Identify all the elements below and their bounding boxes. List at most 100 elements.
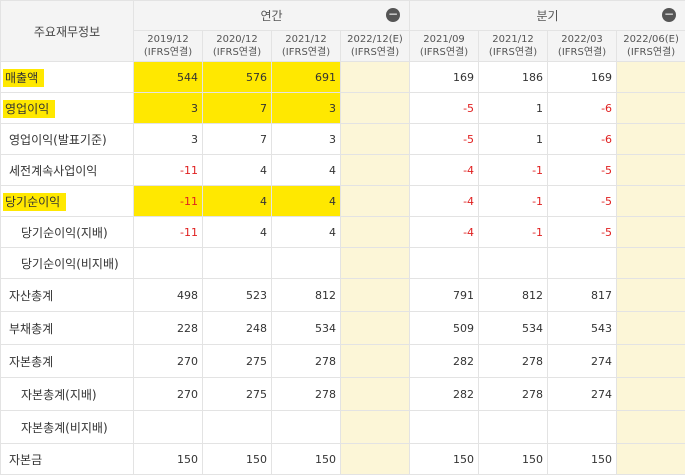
value-cell: -11 <box>134 186 203 217</box>
value-cell: 4 <box>272 186 341 217</box>
value-cell <box>617 93 685 124</box>
value-cell: 4 <box>272 155 341 186</box>
row-label-text: 세전계속사업이익 <box>9 164 97 178</box>
row-label-text: 영업이익(발표기준) <box>9 133 107 147</box>
row-label: 자본금 <box>1 444 134 475</box>
value-cell: 270 <box>134 345 203 378</box>
value-cell: 509 <box>410 312 479 345</box>
value-cell: 282 <box>410 378 479 411</box>
value-cell <box>479 411 548 444</box>
value-cell <box>341 411 410 444</box>
value-cell: -5 <box>548 155 617 186</box>
row-label-text: 자본금 <box>9 453 42 467</box>
value-cell <box>341 345 410 378</box>
value-cell: 534 <box>479 312 548 345</box>
value-cell: 270 <box>134 378 203 411</box>
row-label: 매출액 <box>1 62 134 93</box>
table-row: 영업이익373-51-6 <box>1 93 685 124</box>
value-cell: -4 <box>410 217 479 248</box>
value-cell: 150 <box>479 444 548 475</box>
value-cell <box>272 248 341 279</box>
value-cell <box>272 411 341 444</box>
header-quarter-label: 분기 <box>537 9 559 23</box>
row-label: 당기순이익(비지배) <box>1 248 134 279</box>
value-cell: 169 <box>548 62 617 93</box>
value-cell <box>617 248 685 279</box>
value-cell: 150 <box>272 444 341 475</box>
table-body: 매출액544576691169186169영업이익373-51-6영업이익(발표… <box>1 62 685 475</box>
value-cell <box>617 444 685 475</box>
value-cell: -4 <box>410 155 479 186</box>
row-label: 영업이익 <box>1 93 134 124</box>
row-label: 부채총계 <box>1 312 134 345</box>
collapse-quarter-icon[interactable]: − <box>662 8 676 22</box>
value-cell <box>341 279 410 312</box>
value-cell <box>617 186 685 217</box>
table-row: 당기순이익-1144-4-1-5 <box>1 186 685 217</box>
value-cell: 275 <box>203 345 272 378</box>
value-cell: 523 <box>203 279 272 312</box>
value-cell <box>617 279 685 312</box>
financial-summary-table: 주요재무정보 연간 − 분기 − 2019/12(IFRS연결) 2020/12… <box>0 0 685 475</box>
value-cell: 7 <box>203 124 272 155</box>
value-cell: 282 <box>410 345 479 378</box>
value-cell: 169 <box>410 62 479 93</box>
value-cell <box>203 411 272 444</box>
value-cell: 498 <box>134 279 203 312</box>
table-row: 부채총계228248534509534543 <box>1 312 685 345</box>
value-cell: 691 <box>272 62 341 93</box>
period-header: 2019/12(IFRS연결) <box>134 31 203 62</box>
row-label-text: 당기순이익 <box>3 193 66 211</box>
value-cell <box>410 411 479 444</box>
value-cell <box>341 62 410 93</box>
value-cell: -4 <box>410 186 479 217</box>
table-row: 매출액544576691169186169 <box>1 62 685 93</box>
value-cell: -5 <box>548 217 617 248</box>
value-cell: 150 <box>548 444 617 475</box>
value-cell: -5 <box>548 186 617 217</box>
value-cell: 278 <box>479 345 548 378</box>
table-row: 자본총계(지배)270275278282278274 <box>1 378 685 411</box>
period-header: 2022/03(IFRS연결) <box>548 31 617 62</box>
value-cell: -11 <box>134 217 203 248</box>
value-cell <box>341 124 410 155</box>
value-cell: 791 <box>410 279 479 312</box>
value-cell: 274 <box>548 378 617 411</box>
period-header: 2021/09(IFRS연결) <box>410 31 479 62</box>
value-cell: 3 <box>272 124 341 155</box>
value-cell: 3 <box>134 124 203 155</box>
value-cell <box>617 378 685 411</box>
value-cell <box>410 248 479 279</box>
table-row: 자본총계(비지배) <box>1 411 685 444</box>
table-row: 영업이익(발표기준)373-51-6 <box>1 124 685 155</box>
value-cell <box>134 411 203 444</box>
row-label-text: 매출액 <box>3 69 44 87</box>
value-cell <box>341 186 410 217</box>
value-cell <box>203 248 272 279</box>
value-cell <box>341 93 410 124</box>
table-row: 자산총계498523812791812817 <box>1 279 685 312</box>
value-cell: 1 <box>479 93 548 124</box>
value-cell: 278 <box>272 345 341 378</box>
value-cell: 248 <box>203 312 272 345</box>
collapse-annual-icon[interactable]: − <box>386 8 400 22</box>
value-cell <box>341 444 410 475</box>
table-corner-title: 주요재무정보 <box>1 1 134 62</box>
value-cell <box>617 345 685 378</box>
period-header: 2022/12(E)(IFRS연결) <box>341 31 410 62</box>
value-cell: -5 <box>410 93 479 124</box>
value-cell: 544 <box>134 62 203 93</box>
row-label: 자본총계(비지배) <box>1 411 134 444</box>
period-header: 2021/12(IFRS연결) <box>479 31 548 62</box>
table-row: 자본금150150150150150150 <box>1 444 685 475</box>
table-row: 세전계속사업이익-1144-4-1-5 <box>1 155 685 186</box>
value-cell: 3 <box>134 93 203 124</box>
period-header: 2020/12(IFRS연결) <box>203 31 272 62</box>
value-cell: 817 <box>548 279 617 312</box>
value-cell: 278 <box>479 378 548 411</box>
value-cell <box>479 248 548 279</box>
value-cell: -1 <box>479 217 548 248</box>
row-label-text: 부채총계 <box>9 322 53 336</box>
value-cell <box>341 248 410 279</box>
value-cell: 3 <box>272 93 341 124</box>
